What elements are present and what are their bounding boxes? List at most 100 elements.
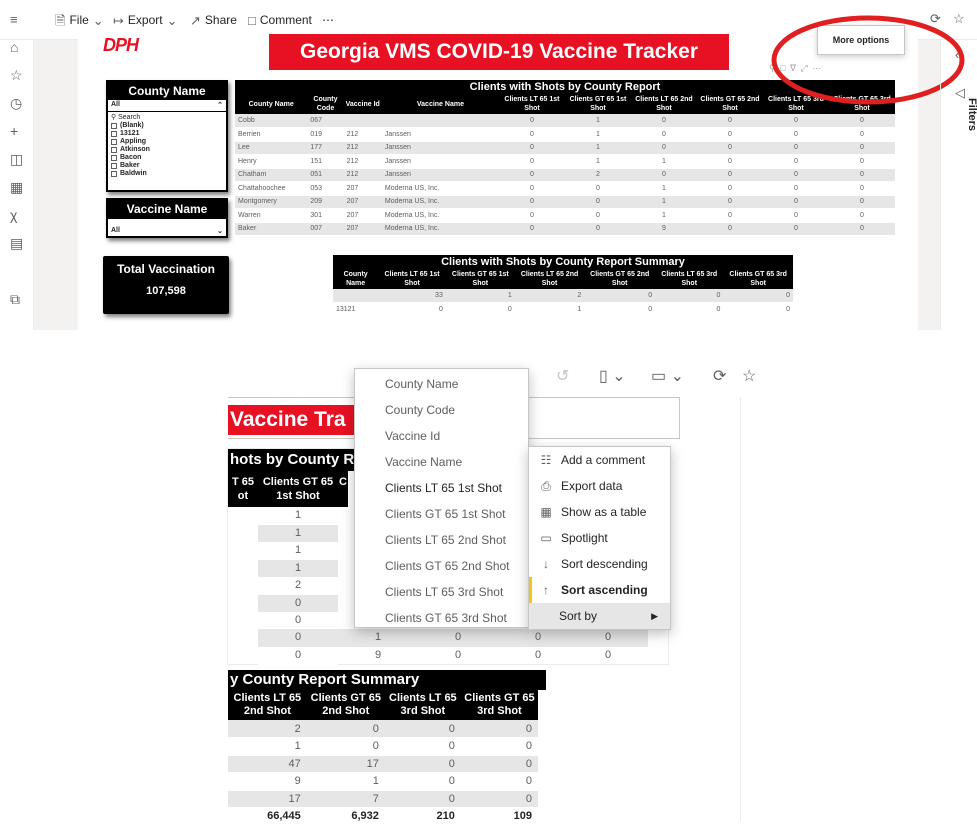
column-header[interactable]: Clients LT 65 2nd Shot bbox=[630, 94, 697, 114]
context-menu-item[interactable]: ▦ Show as a table bbox=[529, 499, 670, 525]
undo-icon[interactable]: ↺ bbox=[556, 369, 569, 385]
county-option[interactable]: (Blank) bbox=[108, 122, 226, 130]
column-header[interactable]: Clients GT 65 3rd Shot bbox=[723, 269, 793, 289]
column-header[interactable]: Clients LT 65 3rd Shot bbox=[384, 690, 461, 720]
table-cell: 1 bbox=[564, 114, 631, 128]
zoom-col-gt65-1st[interactable]: Clients GT 65 1st Shot bbox=[258, 471, 338, 507]
table-cell: 0 bbox=[828, 168, 895, 182]
zoom-bottom-cell: 0 bbox=[534, 648, 542, 661]
zoom-bottom-cell: 0 bbox=[604, 648, 612, 661]
context-menu-item[interactable]: ☷ Add a comment bbox=[529, 447, 670, 473]
export-menu[interactable]: ↦ Export ⌄ bbox=[113, 13, 178, 27]
column-header[interactable]: County Name bbox=[235, 94, 308, 114]
county-dropdown[interactable]: All ⌃ bbox=[108, 100, 226, 112]
county-option-label: Baker bbox=[120, 162, 140, 169]
header-row: County Name Clients LT 65 1st Shot Clients… bbox=[333, 269, 793, 289]
workspaces-icon[interactable]: ⧉ bbox=[10, 292, 20, 306]
column-header[interactable]: County Name bbox=[333, 269, 379, 289]
checkbox[interactable] bbox=[111, 139, 117, 145]
checkbox[interactable] bbox=[111, 131, 117, 137]
table-cell: 0 bbox=[445, 302, 515, 317]
county-option[interactable]: 13121 bbox=[108, 130, 226, 138]
county-option[interactable]: Bacon bbox=[108, 154, 226, 162]
column-header[interactable]: Clients GT 65 3rd Shot bbox=[460, 690, 538, 720]
checkbox[interactable] bbox=[111, 147, 117, 153]
context-menu-item[interactable]: ↓ Sort descending bbox=[529, 551, 670, 577]
column-header[interactable]: Clients LT 65 2nd Shot bbox=[514, 269, 585, 289]
county-option[interactable]: Baldwin bbox=[108, 170, 226, 178]
zoom-report-title: Vaccine Tra bbox=[228, 405, 358, 435]
table-cell: 0 bbox=[655, 289, 724, 303]
table-cell: Moderna US, Inc. bbox=[381, 208, 499, 223]
sort-by-option[interactable]: Vaccine Id bbox=[355, 423, 528, 449]
column-header[interactable]: Clients LT 65 1st Shot bbox=[378, 269, 446, 289]
sort-by-option[interactable]: Clients LT 65 1st Shot bbox=[355, 475, 528, 501]
column-header[interactable]: Clients GT 65 2nd Shot bbox=[696, 94, 763, 114]
sort-by-option[interactable]: Clients GT 65 1st Shot bbox=[355, 501, 528, 527]
context-menu-item[interactable]: ▭ Spotlight bbox=[529, 525, 670, 551]
zoom-col-lt65-1st[interactable]: T 65 ot bbox=[228, 471, 258, 507]
context-menu-item[interactable]: Sort by ▶ bbox=[529, 603, 670, 629]
file-menu[interactable]: 🗎 File ⌄ bbox=[55, 13, 104, 27]
sort-by-option[interactable]: Vaccine Name bbox=[355, 449, 528, 475]
table-cell: 0 bbox=[762, 154, 829, 169]
sort-by-option[interactable]: Clients GT 65 3rd Shot bbox=[355, 605, 528, 631]
sort-by-option[interactable]: County Code bbox=[355, 397, 528, 423]
context-menu-item[interactable]: ⎙ Export data bbox=[529, 473, 670, 499]
table-cell: Lee bbox=[235, 141, 308, 155]
sort-by-option[interactable]: County Name bbox=[355, 371, 528, 397]
more-toolbar-button[interactable]: ⋯ bbox=[322, 13, 334, 27]
view-icon[interactable]: ▭ ⌄ bbox=[651, 369, 684, 385]
column-header[interactable]: Clients LT 65 1st Shot bbox=[498, 94, 565, 114]
favorites-icon[interactable]: ☆ bbox=[10, 68, 23, 82]
zoom-bottom-cell: 0 bbox=[454, 631, 462, 643]
column-header[interactable]: Vaccine Name bbox=[381, 94, 499, 114]
shared-icon[interactable]: χ bbox=[10, 208, 17, 222]
share-button[interactable]: ↗ Share bbox=[190, 13, 237, 27]
table-cell: 0 bbox=[498, 195, 565, 209]
table-row: Chattahoochee 053 207 Moderna US, Inc. 0 0 1 0 0… bbox=[235, 181, 895, 196]
county-option[interactable]: Baker bbox=[108, 162, 226, 170]
hamburger-menu-icon[interactable]: ≡ bbox=[10, 13, 18, 26]
vaccine-dropdown[interactable]: All ⌄ bbox=[108, 218, 226, 236]
recent-icon[interactable]: ◷ bbox=[10, 96, 22, 110]
comment-button[interactable]: □ Comment bbox=[248, 13, 312, 27]
checkbox[interactable] bbox=[111, 171, 117, 177]
column-header[interactable]: Vaccine Id bbox=[343, 94, 382, 114]
home-icon[interactable]: ⌂ bbox=[10, 40, 18, 54]
create-icon[interactable]: + bbox=[10, 124, 18, 138]
county-search[interactable]: ⚲ Search bbox=[108, 112, 226, 122]
datasets-icon[interactable]: ◫ bbox=[10, 152, 23, 166]
checkbox[interactable] bbox=[111, 163, 117, 169]
checkbox[interactable] bbox=[111, 123, 117, 129]
column-header[interactable]: Clients LT 65 3rd Shot bbox=[655, 269, 724, 289]
zoom-col-frag[interactable]: C bbox=[338, 471, 348, 507]
learn-icon[interactable]: ▤ bbox=[10, 236, 23, 250]
filters-pane[interactable]: ‹ ◁ Filters bbox=[940, 40, 977, 330]
sort-by-option[interactable]: Clients LT 65 3rd Shot bbox=[355, 579, 528, 605]
table-cell: 0 bbox=[630, 141, 697, 155]
checkbox[interactable] bbox=[111, 155, 117, 161]
sort-by-option[interactable]: Clients GT 65 2nd Shot bbox=[355, 553, 528, 579]
column-header[interactable]: Clients GT 65 1st Shot bbox=[564, 94, 631, 114]
column-header[interactable]: Clients GT 65 1st Shot bbox=[445, 269, 515, 289]
column-header[interactable]: Clients GT 65 2nd Shot bbox=[584, 269, 656, 289]
context-menu-label: Export data bbox=[561, 479, 623, 493]
table-cell: 0 bbox=[762, 195, 829, 209]
bookmark-icon[interactable]: ▯ ⌄ bbox=[599, 369, 626, 385]
county-option[interactable]: Atkinson bbox=[108, 146, 226, 154]
collapse-chevron-icon[interactable]: ‹ bbox=[955, 48, 959, 61]
context-menu-item[interactable]: ↑ Sort ascending bbox=[529, 577, 670, 603]
table-cell: Chattahoochee bbox=[235, 181, 308, 196]
column-header[interactable]: Clients GT 65 2nd Shot bbox=[306, 690, 385, 720]
column-header[interactable]: County Code bbox=[307, 94, 344, 114]
apps-icon[interactable]: ▦ bbox=[10, 180, 23, 194]
sort-by-option[interactable]: Clients LT 65 2nd Shot bbox=[355, 527, 528, 553]
refresh-icon[interactable]: ⟳ bbox=[713, 369, 726, 385]
favorite-star-icon[interactable]: ☆ bbox=[742, 369, 756, 385]
table-cell: 0 bbox=[696, 168, 763, 182]
filter-icon: ◁ bbox=[955, 85, 965, 100]
county-option[interactable]: Appling bbox=[108, 138, 226, 146]
column-header[interactable]: Clients LT 65 2nd Shot bbox=[228, 690, 307, 720]
zoom-summary-table: y County Report Summary Clients LT 65 2n… bbox=[228, 670, 546, 826]
